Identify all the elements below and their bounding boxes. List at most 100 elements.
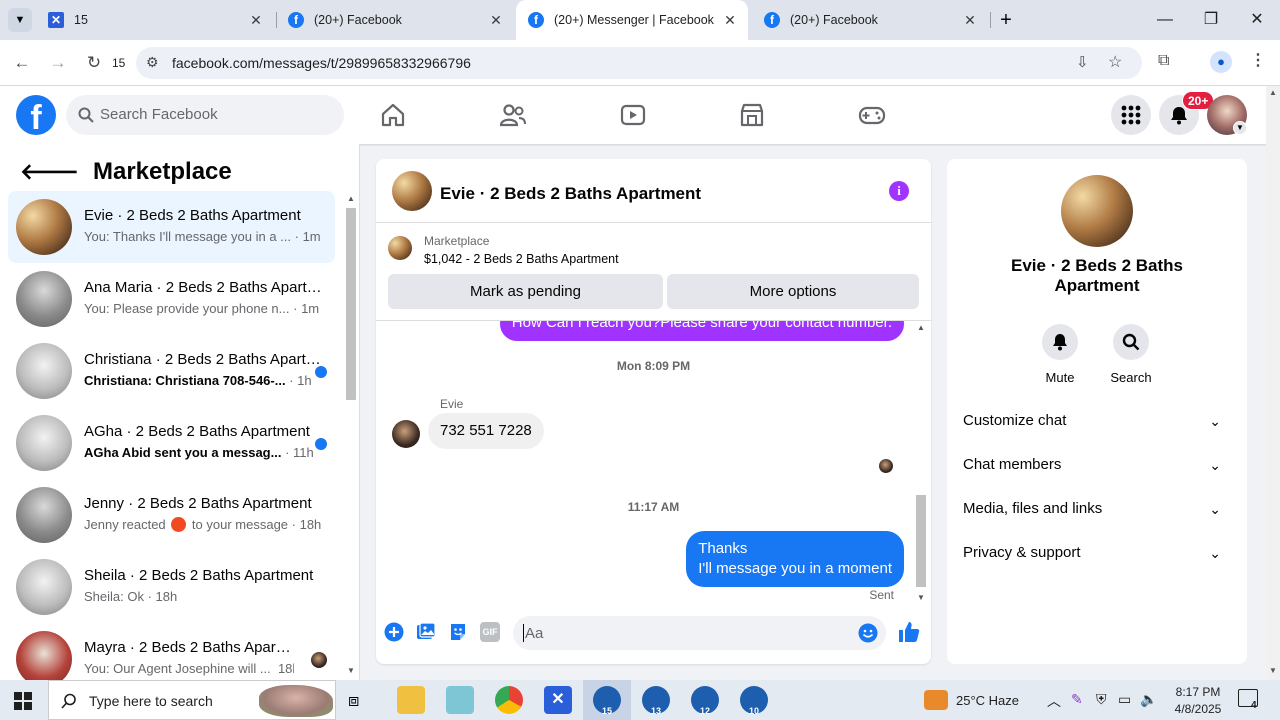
new-tab-icon[interactable]: +	[994, 8, 1018, 32]
bell-icon	[1053, 334, 1067, 351]
chat-avatar[interactable]	[392, 171, 432, 211]
conversation-name: AGha · 2 Beds 2 Baths Apartment	[84, 423, 310, 440]
conversation-item[interactable]: Christiana · 2 Beds 2 Baths Apartment Ch…	[8, 335, 335, 407]
app-icon-10[interactable]: 10	[740, 686, 768, 716]
jira-app-icon[interactable]: ✕	[544, 686, 572, 714]
marketplace-header: 🡐 Marketplace	[20, 158, 232, 186]
back-arrow-icon[interactable]: 🡐	[20, 159, 79, 185]
facebook-search-input[interactable]: Search Facebook	[66, 95, 344, 135]
browser-tab-3-active[interactable]: f (20+) Messenger | Facebook ✕	[516, 0, 748, 40]
conversation-item[interactable]: Evie · 2 Beds 2 Baths Apartment You: Tha…	[8, 191, 335, 263]
conversation-item[interactable]: Jenny · 2 Beds 2 Baths Apartment Jenny r…	[8, 479, 335, 551]
scroll-down-icon[interactable]: ▼	[917, 593, 925, 602]
clock-time[interactable]: 8:17 PM	[1168, 685, 1228, 699]
conversation-item[interactable]: Mayra · 2 Beds 2 Baths Apartment You: Ou…	[8, 623, 335, 680]
close-tab-icon[interactable]: ✕	[722, 12, 738, 29]
scroll-down-icon[interactable]: ▼	[1269, 666, 1277, 675]
browser-tab-1[interactable]: ✕ 15 ✕	[36, 0, 274, 40]
weather-text[interactable]: 25°C Haze	[956, 693, 1019, 708]
privacy-support-section[interactable]: Privacy & support ⌄	[963, 533, 1231, 573]
home-icon[interactable]	[378, 100, 408, 130]
listing-title[interactable]: $1,042 - 2 Beds 2 Baths Apartment	[424, 252, 619, 266]
chevron-down-icon[interactable]: ▼	[1233, 121, 1247, 135]
search-in-chat-button[interactable]: Search	[1101, 324, 1161, 385]
chrome-menu-icon[interactable]: ⋮	[1250, 50, 1266, 70]
file-explorer-icon[interactable]	[397, 686, 425, 714]
reload-icon[interactable]: ↻	[82, 51, 106, 75]
media-files-links-section[interactable]: Media, files and links ⌄	[963, 489, 1231, 529]
thumbs-up-icon[interactable]	[897, 620, 921, 644]
info-icon[interactable]: i	[889, 181, 909, 201]
close-tab-icon[interactable]: ✕	[962, 12, 978, 29]
vpn-icon[interactable]: ⛨	[1096, 691, 1107, 708]
chat-scrollbar[interactable]: ▲ ▼	[914, 321, 928, 604]
tray-overflow-icon[interactable]: ︿	[1047, 691, 1061, 711]
windows-start-icon[interactable]	[14, 692, 32, 710]
emoji-icon[interactable]	[858, 623, 878, 643]
network-icon[interactable]: ▭	[1118, 691, 1131, 708]
taskbar-search-input[interactable]: Type here to search	[48, 680, 336, 720]
friends-icon[interactable]	[498, 100, 528, 130]
chevron-down-icon: ⌄	[1209, 413, 1221, 429]
listing-thumbnail[interactable]	[388, 236, 412, 260]
back-icon[interactable]: ←	[10, 51, 34, 75]
app-icon-12[interactable]: 12	[691, 686, 719, 716]
gaming-icon[interactable]	[857, 100, 887, 130]
conversation-item[interactable]: AGha · 2 Beds 2 Baths Apartment AGha Abi…	[8, 407, 335, 479]
scroll-up-icon[interactable]: ▲	[347, 194, 355, 203]
sticker-icon[interactable]	[448, 622, 468, 642]
mark-as-pending-button[interactable]: Mark as pending	[388, 274, 663, 309]
window-close-icon[interactable]: ✕	[1242, 8, 1272, 32]
marketplace-icon[interactable]	[737, 100, 767, 130]
scroll-up-icon[interactable]: ▲	[917, 323, 925, 332]
conversation-preview: AGha Abid sent you a messag... · 11h	[84, 445, 314, 460]
app-icon-13[interactable]: 13	[642, 686, 670, 716]
chat-info-avatar[interactable]	[1061, 175, 1133, 247]
weather-icon[interactable]	[924, 690, 948, 710]
customize-chat-section[interactable]: Customize chat ⌄	[963, 401, 1231, 441]
site-info-icon[interactable]: ⚙	[146, 54, 159, 71]
scroll-up-icon[interactable]: ▲	[1269, 88, 1277, 97]
plus-circle-icon[interactable]	[384, 622, 404, 642]
profile-icon[interactable]: ●	[1210, 51, 1232, 73]
scrollbar-thumb[interactable]	[916, 495, 926, 587]
volume-icon[interactable]: 🔈	[1140, 691, 1157, 708]
facebook-logo-icon[interactable]: f	[16, 95, 56, 135]
browser-tab-2[interactable]: f (20+) Facebook ✕	[276, 0, 514, 40]
scrollbar-thumb[interactable]	[346, 208, 356, 400]
scroll-down-icon[interactable]: ▼	[347, 666, 355, 675]
pen-icon[interactable]: ✎	[1071, 691, 1083, 708]
restore-icon[interactable]: ❐	[1196, 8, 1226, 32]
address-bar[interactable]: ⚙ facebook.com/messages/t/29899658332966…	[136, 47, 1142, 79]
chrome-icon[interactable]	[495, 686, 523, 714]
close-tab-icon[interactable]: ✕	[248, 12, 264, 29]
message-input[interactable]: Aa	[513, 616, 886, 650]
minimize-icon[interactable]: —	[1150, 8, 1180, 32]
conversation-avatar	[16, 199, 72, 255]
close-tab-icon[interactable]: ✕	[488, 12, 504, 29]
conversation-item[interactable]: Ana Maria · 2 Beds 2 Baths Apartment You…	[8, 263, 335, 335]
task-view-icon[interactable]: ⧈	[348, 690, 359, 711]
chat-title[interactable]: Evie · 2 Beds 2 Baths Apartment	[440, 184, 701, 204]
tab-search-icon[interactable]: ▼	[8, 8, 32, 32]
watch-video-icon[interactable]	[618, 100, 648, 130]
chat-members-section[interactable]: Chat members ⌄	[963, 445, 1231, 485]
photo-icon[interactable]	[416, 622, 436, 642]
forward-icon[interactable]: →	[46, 51, 70, 75]
notepad-icon[interactable]	[446, 686, 474, 714]
extensions-icon[interactable]: ⧉	[1158, 52, 1169, 70]
browser-tab-4[interactable]: f (20+) Facebook ✕	[752, 0, 988, 40]
sender-avatar[interactable]	[392, 420, 420, 448]
conversation-list-scrollbar[interactable]: ▲ ▼	[344, 194, 358, 678]
mute-button[interactable]: Mute	[1030, 324, 1090, 385]
message-line: Thanks	[698, 540, 748, 557]
bookmark-star-icon[interactable]: ☆	[1108, 52, 1122, 72]
gif-icon[interactable]: GIF	[480, 622, 500, 642]
menu-grid-button[interactable]	[1111, 95, 1151, 135]
app-icon-15[interactable]: 15	[593, 686, 621, 716]
more-options-button[interactable]: More options	[667, 274, 919, 309]
page-scrollbar[interactable]: ▲ ▼	[1266, 86, 1280, 680]
install-app-icon[interactable]: ⇩	[1076, 53, 1089, 71]
conversation-item[interactable]: Sheila · 2 Beds 2 Baths Apartment Sheila…	[8, 551, 335, 623]
clock-date[interactable]: 4/8/2025	[1168, 702, 1228, 716]
